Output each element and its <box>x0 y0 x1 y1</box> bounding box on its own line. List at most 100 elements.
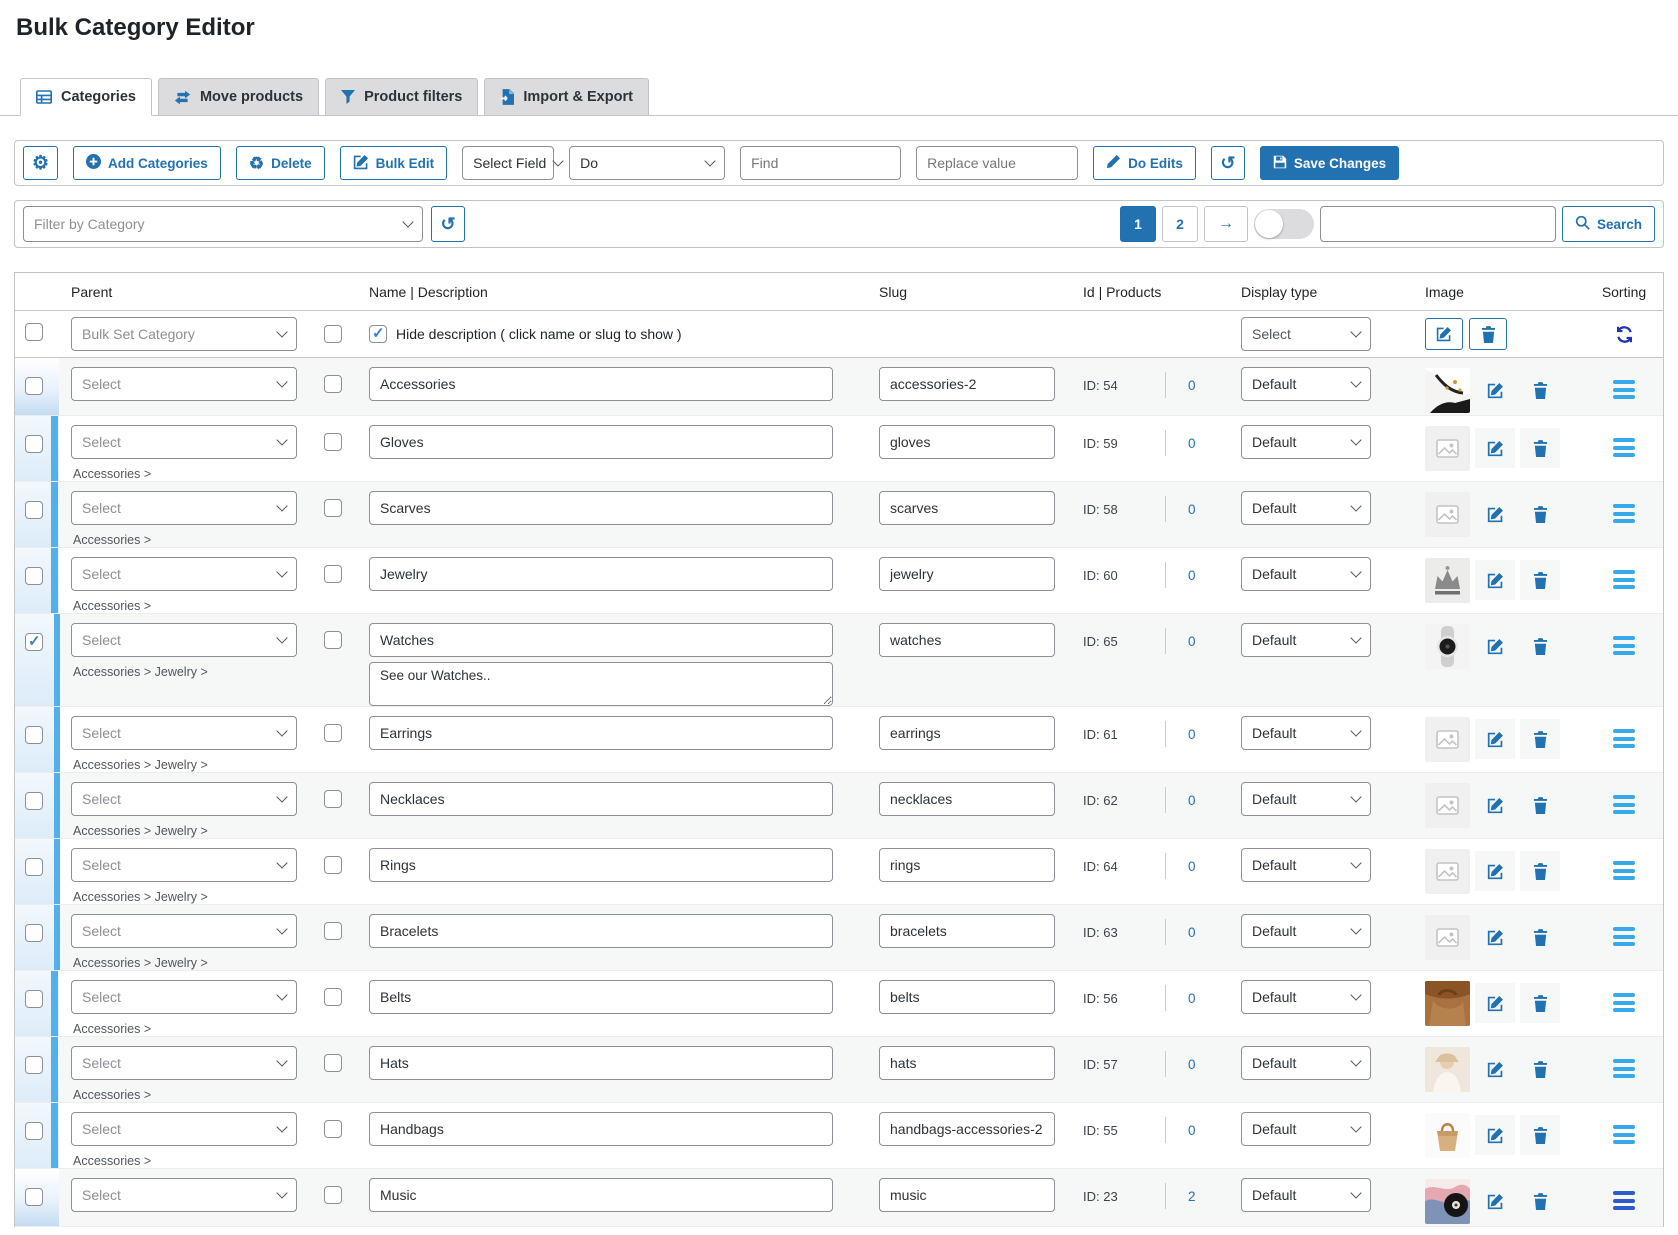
row-checkbox[interactable] <box>25 924 43 942</box>
save-changes-button[interactable]: Save Changes <box>1260 146 1399 180</box>
edit-image-button[interactable] <box>1475 1049 1515 1089</box>
products-count-link[interactable]: 0 <box>1188 793 1196 808</box>
description-checkbox[interactable] <box>324 790 342 808</box>
drag-sort-handle[interactable] <box>1613 380 1635 399</box>
row-checkbox[interactable] <box>25 1056 43 1074</box>
edit-image-button[interactable] <box>1475 785 1515 825</box>
category-slug-input[interactable] <box>879 557 1055 591</box>
category-image-thumbnail[interactable] <box>1425 1047 1470 1092</box>
drag-sort-handle[interactable] <box>1613 570 1635 589</box>
products-count-link[interactable]: 0 <box>1188 925 1196 940</box>
display-type-select[interactable]: Default <box>1241 425 1371 459</box>
drag-sort-handle[interactable] <box>1613 636 1635 655</box>
display-type-select[interactable]: Default <box>1241 980 1371 1014</box>
row-checkbox[interactable] <box>25 1122 43 1140</box>
description-checkbox[interactable] <box>324 433 342 451</box>
products-count-link[interactable]: 0 <box>1188 727 1196 742</box>
description-checkbox[interactable] <box>324 499 342 517</box>
category-image-thumbnail[interactable] <box>1425 426 1470 471</box>
display-type-select[interactable]: Default <box>1241 1178 1371 1212</box>
hide-description-checkbox[interactable] <box>369 325 387 343</box>
undo-button[interactable]: ↺ <box>1211 146 1245 180</box>
delete-image-button[interactable] <box>1520 560 1560 600</box>
drag-sort-handle[interactable] <box>1613 729 1635 748</box>
category-name-input[interactable] <box>369 491 833 525</box>
row-checkbox[interactable] <box>25 633 43 651</box>
next-page-button[interactable]: → <box>1204 206 1248 242</box>
bulk-display-type-select[interactable]: Select <box>1241 317 1371 351</box>
category-name-input[interactable] <box>369 848 833 882</box>
products-count-link[interactable]: 0 <box>1188 436 1196 451</box>
drag-sort-handle[interactable] <box>1613 927 1635 946</box>
select-all-checkbox[interactable] <box>25 323 43 341</box>
drag-sort-handle[interactable] <box>1613 993 1635 1012</box>
category-image-thumbnail[interactable] <box>1425 1179 1470 1224</box>
description-checkbox[interactable] <box>324 1186 342 1204</box>
category-slug-input[interactable] <box>879 980 1055 1014</box>
bulk-set-category-select[interactable]: Bulk Set Category <box>71 317 297 351</box>
edit-image-button[interactable] <box>1475 1181 1515 1221</box>
toggle-switch[interactable] <box>1254 209 1314 239</box>
category-image-thumbnail[interactable] <box>1425 783 1470 828</box>
reset-filter-button[interactable]: ↺ <box>431 206 465 242</box>
category-name-input[interactable] <box>369 425 833 459</box>
category-name-input[interactable] <box>369 980 833 1014</box>
parent-select[interactable]: Select <box>71 367 297 401</box>
drag-sort-handle[interactable] <box>1613 504 1635 523</box>
drag-sort-handle[interactable] <box>1613 861 1635 880</box>
bulk-delete-image-button[interactable] <box>1469 318 1507 350</box>
delete-image-button[interactable] <box>1520 851 1560 891</box>
parent-select[interactable]: Select <box>71 425 297 459</box>
delete-image-button[interactable] <box>1520 1115 1560 1155</box>
description-checkbox[interactable] <box>324 856 342 874</box>
row-checkbox[interactable] <box>25 567 43 585</box>
description-checkbox[interactable] <box>324 922 342 940</box>
description-checkbox[interactable] <box>324 1054 342 1072</box>
drag-sort-handle[interactable] <box>1613 795 1635 814</box>
description-checkbox[interactable] <box>324 565 342 583</box>
parent-select[interactable]: Select <box>71 1178 297 1212</box>
edit-image-button[interactable] <box>1475 626 1515 666</box>
do-dropdown[interactable]: Do <box>569 146 725 180</box>
products-count-link[interactable]: 0 <box>1188 634 1196 649</box>
category-slug-input[interactable] <box>879 1178 1055 1212</box>
category-image-thumbnail[interactable] <box>1425 1113 1470 1158</box>
category-image-thumbnail[interactable] <box>1425 981 1470 1026</box>
category-name-input[interactable] <box>369 1046 833 1080</box>
category-name-input[interactable] <box>369 1178 833 1212</box>
products-count-link[interactable]: 2 <box>1188 1189 1196 1204</box>
tab-move-products[interactable]: Move products <box>158 78 319 116</box>
edit-image-button[interactable] <box>1475 719 1515 759</box>
category-description-textarea[interactable] <box>369 662 833 706</box>
products-count-link[interactable]: 0 <box>1188 378 1196 393</box>
products-count-link[interactable]: 0 <box>1188 1123 1196 1138</box>
select-field-dropdown[interactable]: Select Field <box>462 146 554 180</box>
row-checkbox[interactable] <box>25 990 43 1008</box>
bulk-description-checkbox[interactable] <box>324 325 342 343</box>
parent-select[interactable]: Select <box>71 716 297 750</box>
delete-image-button[interactable] <box>1520 1049 1560 1089</box>
drag-sort-handle[interactable] <box>1613 438 1635 457</box>
delete-image-button[interactable] <box>1520 1181 1560 1221</box>
search-button[interactable]: Search <box>1562 206 1655 242</box>
row-checkbox[interactable] <box>25 858 43 876</box>
parent-select[interactable]: Select <box>71 782 297 816</box>
display-type-select[interactable]: Default <box>1241 1112 1371 1146</box>
row-checkbox[interactable] <box>25 792 43 810</box>
edit-image-button[interactable] <box>1475 560 1515 600</box>
tab-import-export[interactable]: Import & Export <box>484 78 649 116</box>
settings-button[interactable]: ⚙ <box>23 146 58 180</box>
category-image-thumbnail[interactable] <box>1425 849 1470 894</box>
parent-select[interactable]: Select <box>71 848 297 882</box>
page-2-button[interactable]: 2 <box>1162 206 1198 242</box>
category-slug-input[interactable] <box>879 425 1055 459</box>
delete-button[interactable]: ♻ Delete <box>236 146 325 180</box>
row-checkbox[interactable] <box>25 435 43 453</box>
category-name-input[interactable] <box>369 1112 833 1146</box>
drag-sort-handle[interactable] <box>1613 1125 1635 1144</box>
parent-select[interactable]: Select <box>71 1112 297 1146</box>
delete-image-button[interactable] <box>1520 370 1560 410</box>
category-name-input[interactable] <box>369 557 833 591</box>
bulk-edit-button[interactable]: Bulk Edit <box>340 146 448 180</box>
edit-image-button[interactable] <box>1475 428 1515 468</box>
